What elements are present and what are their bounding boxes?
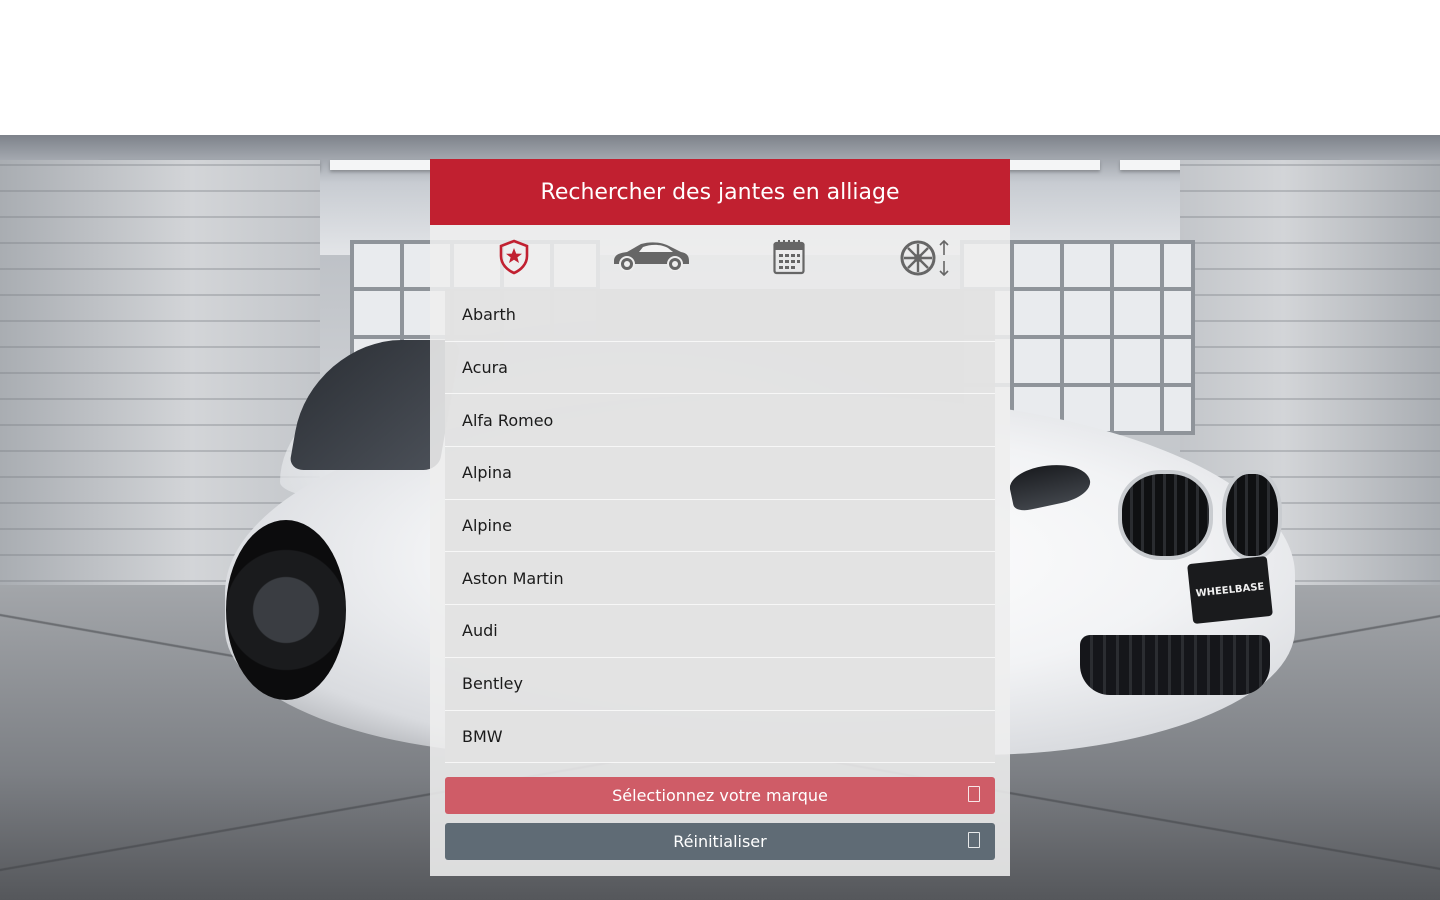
car-lower-intake [1080,635,1270,695]
brand-name: Audi [462,621,498,641]
wheel-search-panel: Rechercher des jantes en alliage Abarth … [430,159,1010,876]
brand-name: Aston Martin [462,568,564,588]
calendar-icon [773,239,805,275]
license-plate: WHEELBASE [1187,555,1273,625]
wheel-size-icon [900,239,952,277]
list-item[interactable]: Alpine [445,499,995,553]
list-item[interactable]: Alpina [445,447,995,500]
brand-name: Abarth [462,305,516,325]
arrow-icon [968,786,980,802]
tab-year[interactable] [720,235,858,289]
search-step-tabs [445,235,995,289]
select-brand-button[interactable]: Sélectionnez votre marque [445,777,995,814]
list-item[interactable]: Aston Martin [445,552,995,606]
reset-button[interactable]: Réinitialiser [445,823,995,860]
car-wheel [226,520,346,700]
panel-header: Rechercher des jantes en alliage [430,159,1010,225]
tab-size[interactable] [858,235,996,289]
brand-name: Alpine [462,516,512,536]
list-item[interactable]: Acura [445,341,995,395]
license-plate-text: WHEELBASE [1195,580,1265,600]
brand-name: BMW [462,726,503,746]
brand-list: Abarth Acura Alfa Romeo Alpina Alpine Aston M… [445,289,995,763]
list-item[interactable]: BMW [445,710,995,763]
list-item[interactable]: Abarth [445,289,995,342]
brand-name: Alfa Romeo [462,410,554,430]
top-blank-area [0,0,1440,135]
list-item[interactable]: Bentley [445,657,995,711]
brand-name: Bentley [462,674,523,694]
shield-star-icon [498,239,530,275]
select-brand-button-label: Sélectionnez votre marque [612,786,828,805]
car-grille-right [1222,470,1282,560]
car-grille-left [1118,470,1213,560]
brand-name: Acura [462,358,508,378]
reset-button-label: Réinitialiser [673,832,767,851]
list-item[interactable]: Alfa Romeo [445,394,995,448]
list-item[interactable]: Audi [445,605,995,658]
tab-model[interactable] [583,235,721,289]
brand-name: Alpina [462,463,512,483]
reset-icon [968,832,980,848]
tab-brand[interactable] [445,235,583,289]
panel-title: Rechercher des jantes en alliage [540,179,900,205]
car-icon [611,239,691,271]
